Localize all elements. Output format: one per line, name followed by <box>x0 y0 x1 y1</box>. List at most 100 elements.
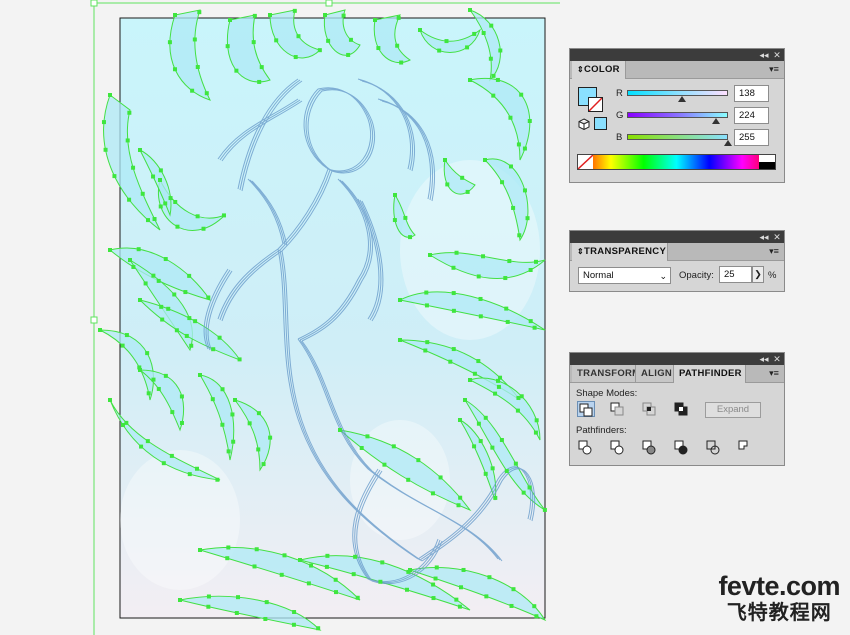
anchor-point <box>316 626 321 631</box>
anchor-point <box>495 77 500 82</box>
anchor-point <box>236 595 241 600</box>
anchor-point <box>438 475 443 480</box>
panel-titlebar[interactable]: ◂◂ ✕ <box>570 353 784 365</box>
anchor-point <box>151 377 156 382</box>
anchor-point <box>131 264 136 269</box>
anchor-point <box>448 359 453 364</box>
anchor-point <box>206 604 211 609</box>
panel-menu-icon[interactable]: ▾≡ <box>767 368 781 379</box>
panel-titlebar[interactable]: ◂◂ ✕ <box>570 49 784 61</box>
anchor-point <box>424 290 429 295</box>
anchor-point <box>251 40 256 45</box>
channel-value-g[interactable]: 224 <box>734 107 769 124</box>
tab-pathfinder[interactable]: PATHFINDER <box>674 365 746 383</box>
close-icon[interactable]: ✕ <box>771 353 783 365</box>
spectrum-white-black[interactable] <box>759 155 775 169</box>
anchor-point <box>237 357 242 362</box>
anchor-point <box>391 444 396 449</box>
intersect-icon[interactable] <box>641 401 659 417</box>
minus-front-icon[interactable] <box>609 401 627 417</box>
anchor-point <box>143 281 148 286</box>
anchor-point <box>184 333 189 338</box>
panel-menu-icon[interactable]: ▾≡ <box>767 64 781 75</box>
anchor-point <box>516 142 521 147</box>
spectrum-none-icon[interactable] <box>577 154 594 170</box>
divide-icon[interactable] <box>577 439 595 455</box>
anchor-point <box>197 10 202 15</box>
anchor-point <box>261 462 266 467</box>
anchor-point <box>468 78 472 82</box>
anchor-point <box>169 453 174 458</box>
anchor-point <box>108 398 112 402</box>
anchor-point <box>256 447 261 452</box>
merge-icon[interactable] <box>641 439 659 455</box>
expand-button[interactable]: Expand <box>705 402 761 418</box>
channel-thumb-r[interactable] <box>677 96 686 102</box>
anchor-point <box>403 215 408 220</box>
unite-icon[interactable] <box>577 401 595 417</box>
anchor-point <box>292 8 297 13</box>
anchor-point <box>187 273 192 278</box>
exclude-icon[interactable] <box>673 401 691 417</box>
collapse-icon[interactable]: ◂◂ <box>758 231 770 243</box>
anchor-point <box>468 8 472 12</box>
last-color-icon[interactable] <box>594 117 607 130</box>
channel-thumb-b[interactable] <box>724 140 732 146</box>
anchor-point <box>527 485 532 490</box>
stroke-swatch-icon[interactable] <box>588 97 603 112</box>
anchor-point <box>254 547 259 552</box>
anchor-point <box>140 191 145 196</box>
channel-value-r[interactable]: 138 <box>734 85 769 102</box>
anchor-point <box>443 158 447 162</box>
anchor-point <box>472 371 477 376</box>
anchor-point <box>437 48 442 53</box>
crop-icon[interactable] <box>673 439 691 455</box>
anchor-point <box>198 548 202 552</box>
opacity-input[interactable]: 25 <box>719 266 752 283</box>
anchor-point <box>461 567 466 572</box>
anchor-point <box>231 439 236 444</box>
blend-mode-select[interactable]: Normal ⌄ <box>578 267 671 284</box>
close-icon[interactable]: ✕ <box>771 49 783 61</box>
anchor-point <box>373 18 377 22</box>
anchor-point <box>189 343 194 348</box>
anchor-point <box>194 466 199 471</box>
channel-value-b[interactable]: 255 <box>734 129 769 146</box>
chevron-down-icon: ⌄ <box>659 271 667 281</box>
shape-modes-label: Shape Modes: <box>576 388 638 399</box>
anchor-point <box>395 43 400 48</box>
minus-back-icon[interactable] <box>737 439 755 455</box>
anchor-point <box>533 259 538 264</box>
anchor-point <box>158 178 162 182</box>
anchor-point <box>172 67 177 72</box>
anchor-point <box>158 168 163 173</box>
spectrum-icon[interactable] <box>577 154 776 170</box>
anchor-point <box>509 603 514 608</box>
close-icon[interactable]: ✕ <box>771 231 783 243</box>
anchor-point <box>534 418 539 423</box>
tab-transform-label: TRANSFORM <box>577 368 636 379</box>
trim-icon[interactable] <box>609 439 627 455</box>
anchor-point <box>478 439 483 444</box>
anchor-point <box>521 490 526 495</box>
outline-icon[interactable] <box>705 439 723 455</box>
tab-transparency[interactable]: ⇕TRANSPARENCY <box>572 243 668 261</box>
anchor-point <box>198 373 202 377</box>
channel-slider-b[interactable] <box>627 134 728 140</box>
artwork[interactable] <box>0 0 560 635</box>
tab-align[interactable]: ALIGN <box>636 365 674 382</box>
collapse-icon[interactable]: ◂◂ <box>758 49 770 61</box>
anchor-point <box>190 88 195 93</box>
anchor-point <box>532 325 537 330</box>
anchor-point <box>491 73 496 78</box>
anchor-point <box>495 378 500 383</box>
panel-titlebar[interactable]: ◂◂ ✕ <box>570 231 784 243</box>
opacity-stepper-icon[interactable]: ❯ <box>752 266 764 283</box>
panel-menu-icon[interactable]: ▾≡ <box>767 246 781 257</box>
cube-icon[interactable] <box>578 118 590 130</box>
channel-thumb-g[interactable] <box>711 118 720 124</box>
tab-color[interactable]: ⇕COLOR <box>572 61 626 79</box>
collapse-icon[interactable]: ◂◂ <box>758 353 770 365</box>
tab-transform[interactable]: TRANSFORM <box>572 365 636 382</box>
tab-arrows-icon: ⇕ <box>577 65 585 74</box>
